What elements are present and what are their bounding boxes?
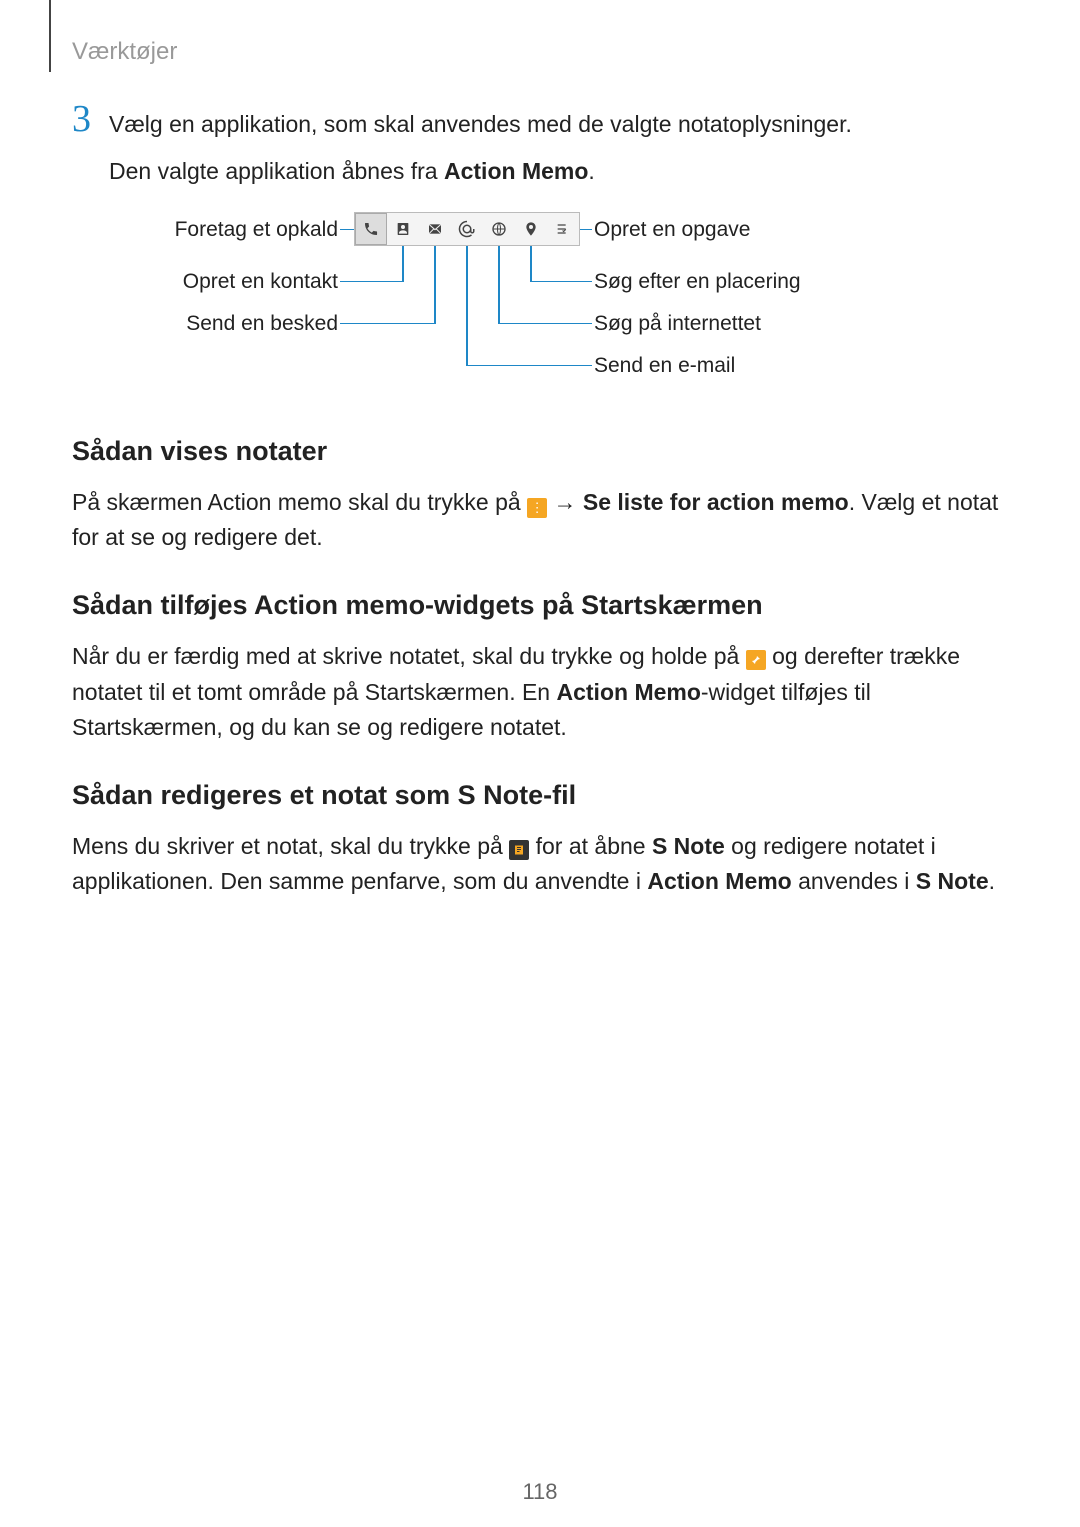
menu-item-label: Se liste for action memo [583, 489, 849, 515]
connector [434, 246, 436, 324]
label-search-location: Søg efter en placering [594, 270, 801, 294]
text: anvendes i [792, 868, 916, 894]
contact-icon [387, 213, 419, 245]
connector [530, 246, 532, 282]
breadcrumb: Værktøjer [72, 38, 177, 66]
text: Den valgte applikation åbnes fra [109, 158, 444, 184]
heading-view-notes: Sådan vises notater [72, 436, 1008, 467]
action-memo-toolbar-diagram: Foretag et opkald Opret en kontakt Send … [72, 212, 1008, 402]
para-view-notes: På skærmen Action memo skal du trykke på… [72, 485, 1008, 556]
connector [340, 281, 402, 283]
connector [466, 246, 468, 366]
step-line-2: Den valgte applikation åbnes fra Action … [109, 153, 1008, 190]
snote-label: S Note [652, 833, 725, 859]
page-margin-rule [49, 0, 51, 72]
step-3: 3 Vælg en applikation, som skal anvendes… [72, 100, 1008, 190]
connector [340, 323, 434, 325]
more-options-icon: ⋮ [527, 498, 547, 518]
label-create-contact: Opret en kontakt [183, 270, 338, 294]
task-icon [547, 213, 579, 245]
snote-icon [509, 840, 529, 860]
para-add-widgets: Når du er færdig med at skrive notatet, … [72, 639, 1008, 746]
browser-icon [483, 213, 515, 245]
action-memo-label: Action Memo [557, 679, 701, 705]
connector [530, 281, 592, 283]
action-memo-toolbar [354, 212, 580, 246]
phone-icon [355, 213, 387, 245]
page-content: 3 Vælg en applikation, som skal anvendes… [72, 100, 1008, 908]
heading-edit-snote: Sådan redigeres et notat som S Note-fil [72, 780, 1008, 811]
arrow: → [547, 489, 583, 515]
action-memo-label: Action Memo [444, 158, 588, 184]
connector [498, 323, 592, 325]
text: for at åbne [529, 833, 652, 859]
label-create-task: Opret en opgave [594, 218, 750, 242]
heading-add-widgets: Sådan tilføjes Action memo-widgets på St… [72, 590, 1008, 621]
label-send-email: Send en e-mail [594, 354, 735, 378]
message-icon [419, 213, 451, 245]
connector [466, 365, 592, 367]
label-search-internet: Søg på internettet [594, 312, 761, 336]
para-edit-snote: Mens du skriver et notat, skal du trykke… [72, 829, 1008, 900]
text: På skærmen Action memo skal du trykke på [72, 489, 527, 515]
snote-label: S Note [916, 868, 989, 894]
connector [580, 229, 592, 231]
email-icon [451, 213, 483, 245]
step-body: Vælg en applikation, som skal anvendes m… [109, 100, 1008, 190]
text: . [989, 868, 995, 894]
step-number: 3 [72, 100, 91, 138]
text: Når du er færdig med at skrive notatet, … [72, 643, 746, 669]
action-memo-label: Action Memo [647, 868, 791, 894]
connector [402, 246, 404, 282]
connector [498, 246, 500, 324]
text: . [588, 158, 594, 184]
pin-icon [746, 650, 766, 670]
location-icon [515, 213, 547, 245]
label-send-message: Send en besked [186, 312, 338, 336]
label-make-call: Foretag et opkald [175, 218, 338, 242]
text: Mens du skriver et notat, skal du trykke… [72, 833, 509, 859]
page-number: 118 [0, 1479, 1080, 1505]
step-line-1: Vælg en applikation, som skal anvendes m… [109, 106, 1008, 143]
connector [340, 229, 354, 231]
